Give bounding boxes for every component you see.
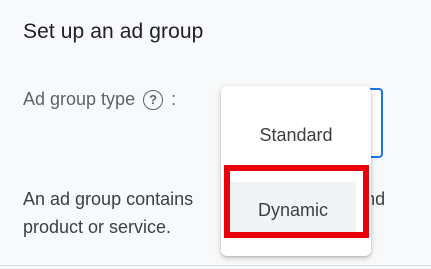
page-title: Set up an ad group — [23, 20, 204, 43]
option-dynamic[interactable]: Dynamic — [230, 182, 356, 238]
option-standard[interactable]: Standard — [221, 110, 371, 160]
ad-group-type-label: Ad group type — [23, 89, 136, 109]
label-colon: : — [171, 89, 177, 109]
ad-group-type-dropdown-menu: Standard Dynamic — [221, 86, 371, 256]
help-circle-icon[interactable]: ? — [143, 89, 164, 110]
ad-group-type-row: Ad group type ? : — [23, 89, 176, 110]
ad-group-setup-panel: Set up an ad group Ad group type ? : An … — [0, 0, 431, 269]
section-divider — [0, 265, 431, 266]
